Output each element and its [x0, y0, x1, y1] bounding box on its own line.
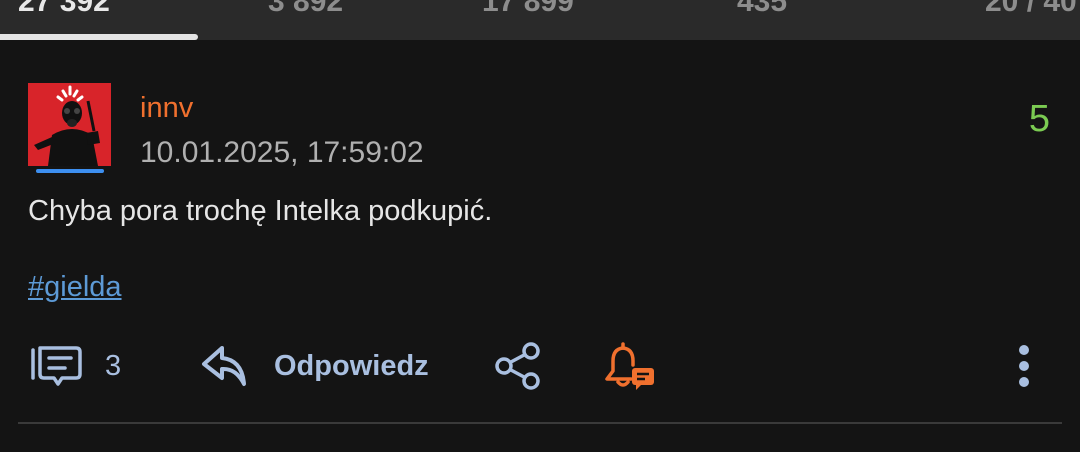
reply-icon	[202, 346, 246, 386]
tab-4[interactable]: 20 / 40	[985, 0, 1077, 22]
action-bar: 3 Odpowiedz	[0, 340, 1080, 392]
observe-button[interactable]	[603, 340, 657, 392]
reply-button[interactable]: Odpowiedz	[200, 340, 429, 392]
entry-content: Chyba pora trochę Intelka podkupić.	[28, 195, 493, 227]
tab-1[interactable]: 3 892	[268, 0, 343, 22]
tab-3[interactable]: 435	[737, 0, 787, 22]
share-button[interactable]	[493, 340, 543, 392]
reply-label: Odpowiedz	[274, 350, 429, 382]
share-icon	[495, 342, 540, 390]
comments-count: 3	[105, 350, 122, 382]
entry-divider	[18, 422, 1062, 424]
comments-icon	[31, 346, 82, 386]
tag-link[interactable]: #gielda	[28, 268, 122, 306]
tab-0[interactable]: 27 392	[18, 0, 110, 22]
vote-count[interactable]: 5	[1029, 97, 1050, 141]
tab-bar: 27 392 3 892 17 899 435 20 / 40	[0, 0, 1080, 40]
author-name[interactable]: innv	[140, 90, 193, 126]
avatar[interactable]	[28, 83, 111, 166]
entry-date: 10.01.2025, 17:59:02	[140, 136, 424, 169]
entry-card: innv 10.01.2025, 17:59:02 5 Chyba pora t…	[0, 40, 1080, 452]
avatar-underline	[36, 169, 104, 173]
more-options-button[interactable]	[1012, 340, 1036, 392]
more-vertical-icon	[1019, 345, 1029, 387]
avatar-image	[28, 83, 111, 166]
tab-2[interactable]: 17 899	[482, 0, 574, 22]
comments-button[interactable]: 3	[28, 340, 121, 392]
bell-comment-icon	[605, 342, 654, 390]
